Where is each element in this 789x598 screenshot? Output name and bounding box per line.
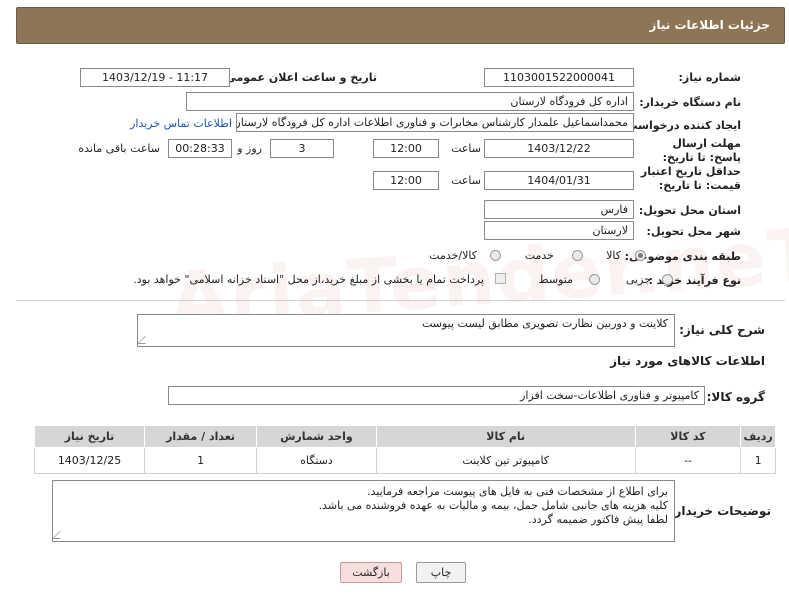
announce-label: تاریخ و ساعت اعلان عمومی: — [220, 71, 377, 84]
resize-grip-icon[interactable] — [137, 336, 153, 344]
remaining-time-field: 00:28:33 — [168, 139, 232, 158]
cell-name: کامپیوتر تین کلاینت — [375, 447, 636, 474]
reply-days-label: روز و — [237, 142, 262, 155]
city-field: لارستان — [484, 221, 634, 240]
cell-qty: 1 — [144, 447, 258, 474]
process-option-medium: متوسط — [538, 273, 573, 286]
resize-grip-icon[interactable] — [52, 531, 68, 539]
reply-deadline-label: مهلت ارسال پاسخ: تا تاریخ: — [662, 137, 741, 164]
creator-field: محمداسماعیل علمدار کارشناس مخابرات و فنا… — [236, 113, 634, 132]
table-row[interactable]: 1 -- کامپیوتر تین کلاینت دستگاه 1 1403/1… — [33, 447, 776, 474]
creator-label: ایجاد کننده درخواست: — [622, 119, 741, 132]
col-header-row: ردیف — [740, 425, 776, 448]
process-radio-medium[interactable] — [589, 274, 600, 285]
city-label: شهر محل تحویل: — [646, 225, 741, 238]
goods-section-title: اطلاعات کالاهای مورد نیاز — [610, 354, 765, 368]
price-validity-time-label: ساعت — [451, 174, 481, 187]
goods-group-field: کامپیوتر و فناوری اطلاعات-سخت افزار — [168, 386, 705, 405]
cell-row: 1 — [740, 447, 776, 474]
col-header-date: تاریخ نیاز — [33, 425, 146, 448]
goods-group-label: گروه کالا: — [706, 390, 765, 404]
back-button[interactable]: بازگشت — [340, 562, 402, 583]
province-label: استان محل تحویل: — [638, 204, 741, 217]
province-field: فارس — [484, 200, 634, 219]
price-validity-date-field: 1404/01/31 — [484, 171, 634, 190]
reply-time-label: ساعت — [451, 142, 481, 155]
category-radio-goods[interactable] — [635, 250, 646, 261]
col-header-unit: واحد شمارش — [256, 425, 377, 448]
treasury-checkbox[interactable] — [495, 273, 506, 284]
divider — [16, 300, 785, 301]
col-header-qty: تعداد / مقدار — [144, 425, 258, 448]
category-option-goods: کالا — [606, 249, 621, 262]
category-radio-service[interactable] — [572, 250, 583, 261]
header-panel: جزئیات اطلاعات نیاز — [16, 7, 785, 44]
buyer-org-field: اداره کل فرودگاه لارستان — [186, 92, 634, 111]
process-radio-minor[interactable] — [662, 274, 673, 285]
col-header-code: کد کالا — [634, 425, 742, 448]
remaining-time-label: ساعت باقی مانده — [78, 142, 160, 155]
buyer-notes-line: برای اطلاع از مشخصات فنی به فایل های پیو… — [367, 485, 668, 498]
page-title: جزئیات اطلاعات نیاز — [649, 18, 770, 32]
buyer-notes-label: توضیحات خریدار: — [669, 504, 771, 518]
process-option-minor: جزیی — [625, 273, 651, 286]
category-option-goods-service: کالا/خدمت — [429, 249, 477, 262]
buyer-notes-line: کلیه هزینه های جانبی شامل حمل، بیمه و ما… — [318, 499, 668, 512]
description-label: شرح کلی نیاز: — [679, 323, 765, 337]
buyer-org-label: نام دستگاه خریدار: — [639, 96, 741, 109]
buyer-contact-link[interactable]: اطلاعات تماس خریدار — [130, 117, 232, 130]
need-number-field: 1103001522000041 — [484, 68, 634, 87]
description-text: کلاینت و دوربین نظارت تصویری مطابق لیست … — [421, 317, 668, 330]
cell-date: 1403/12/25 — [33, 447, 146, 474]
category-option-service: خدمت — [524, 249, 554, 262]
price-validity-label: حداقل تاریخ اعتبار قیمت: تا تاریخ: — [640, 165, 741, 192]
price-validity-time-field: 12:00 — [373, 171, 439, 190]
category-radio-goods-service[interactable] — [490, 250, 501, 261]
col-header-name: نام کالا — [375, 425, 636, 448]
treasury-note: پرداخت تمام یا بخشی از مبلغ خرید،از محل … — [133, 273, 484, 286]
need-number-label: شماره نیاز: — [678, 71, 741, 84]
print-button[interactable]: چاپ — [416, 562, 466, 583]
cell-unit: دستگاه — [256, 447, 377, 474]
buyer-notes-textarea[interactable]: برای اطلاع از مشخصات فنی به فایل های پیو… — [52, 480, 675, 542]
reply-time-field: 12:00 — [373, 139, 439, 158]
announce-field: 1403/12/19 - 11:17 — [80, 68, 230, 87]
reply-days-field: 3 — [270, 139, 334, 158]
buyer-notes-line: لطفا پیش فاکتور ضمیمه گردد. — [528, 513, 668, 526]
reply-date-field: 1403/12/22 — [484, 139, 634, 158]
goods-table: ردیف کد کالا نام کالا واحد شمارش تعداد /… — [33, 425, 776, 474]
description-textarea[interactable]: کلاینت و دوربین نظارت تصویری مطابق لیست … — [137, 314, 675, 347]
table-header-row: ردیف کد کالا نام کالا واحد شمارش تعداد /… — [33, 425, 776, 448]
cell-code: -- — [634, 447, 742, 474]
